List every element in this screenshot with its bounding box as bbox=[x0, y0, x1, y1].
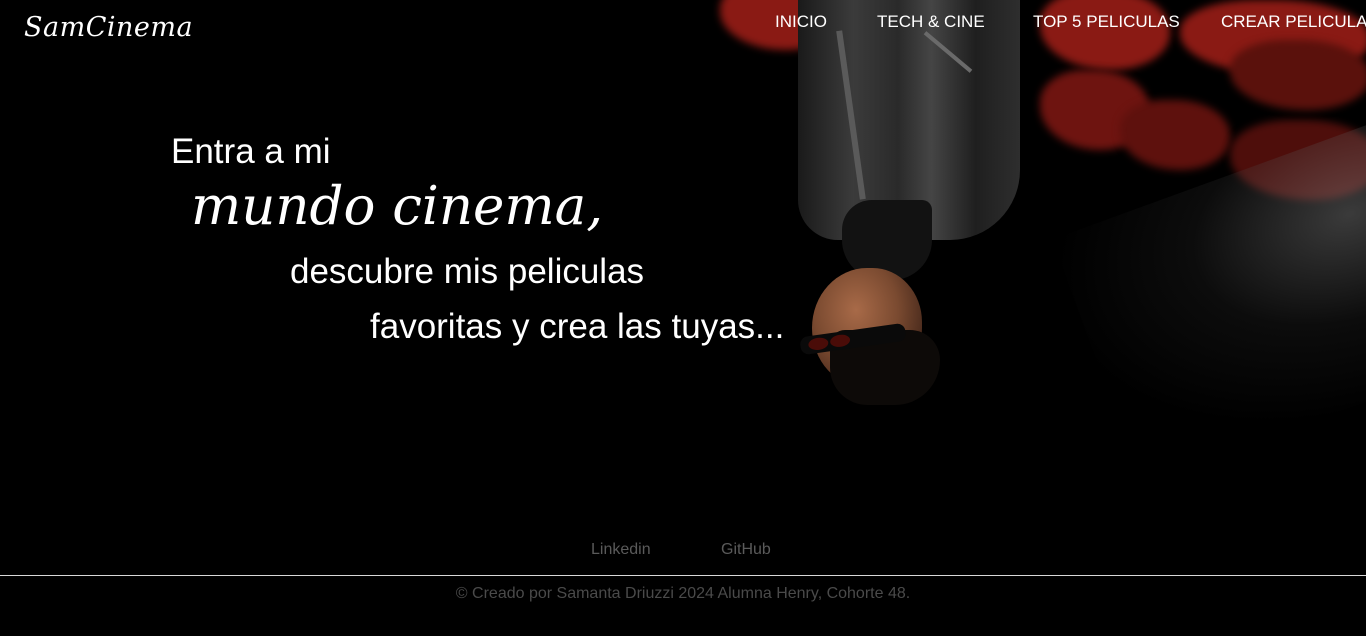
hero-image bbox=[620, 0, 1366, 520]
hero-line-4: favoritas y crea las tuyas... bbox=[370, 307, 785, 346]
nav-item-inicio[interactable]: INICIO bbox=[775, 12, 827, 32]
nav-item-top-5[interactable]: TOP 5 PELICULAS bbox=[1033, 12, 1180, 32]
red-seat-shape bbox=[1040, 0, 1170, 70]
footer-divider bbox=[0, 575, 1366, 576]
light-beam bbox=[1052, 116, 1366, 484]
hero-line-1: Entra a mi bbox=[171, 132, 331, 171]
nav-item-tech-cine[interactable]: TECH & CINE bbox=[877, 12, 985, 32]
hero-line-3: descubre mis peliculas bbox=[290, 252, 645, 291]
shirt-shape bbox=[842, 200, 932, 280]
red-seat-shape bbox=[1230, 40, 1366, 110]
lens-shape bbox=[829, 333, 851, 349]
footer-links: Linkedin GitHub bbox=[0, 541, 1366, 561]
hero-line-2: mundo cinema, bbox=[191, 176, 604, 237]
main-nav: INICIO TECH & CINE TOP 5 PELICULAS CREAR… bbox=[0, 12, 1366, 34]
linkedin-link[interactable]: Linkedin bbox=[591, 541, 651, 559]
page: SamCinema INICIO TECH & CINE TOP 5 PELIC… bbox=[0, 0, 1366, 636]
copyright-text: © Creado por Samanta Driuzzi 2024 Alumna… bbox=[455, 585, 911, 602]
lens-shape bbox=[807, 336, 830, 352]
nav-item-crear-pelicula[interactable]: CREAR PELICULA bbox=[1221, 12, 1366, 32]
red-seat-shape bbox=[1120, 100, 1230, 170]
github-link[interactable]: GitHub bbox=[721, 541, 771, 559]
